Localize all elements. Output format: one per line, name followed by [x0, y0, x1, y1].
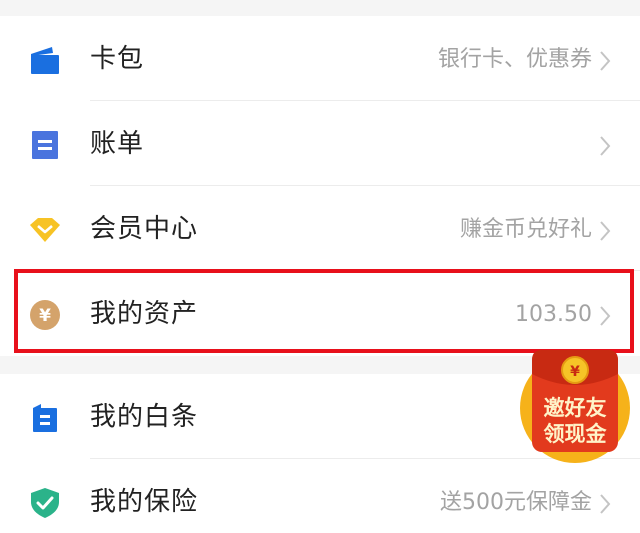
menu-item-wallet[interactable]: 卡包 银行卡、优惠券 [0, 16, 640, 101]
top-spacer [0, 0, 640, 16]
document-icon [33, 404, 57, 432]
chevron-right-icon [600, 51, 611, 71]
invite-friends-promo-badge[interactable]: ¥ 邀好友 领现金 [518, 344, 632, 464]
coin-symbol: ¥ [570, 364, 580, 380]
shield-check-icon [31, 488, 59, 518]
menu-item-label: 我的白条 [90, 402, 199, 432]
promo-line-2: 领现金 [543, 422, 607, 446]
menu-item-subtitle: 银行卡、优惠券 [437, 47, 592, 72]
menu-item-label: 我的保险 [90, 487, 199, 517]
menu-item-insurance[interactable]: 我的保险 送500元保障金 [0, 459, 640, 533]
menu-item-subtitle: 送500元保障金 [440, 490, 592, 515]
highlight-box [14, 269, 634, 353]
menu-item-label: 账单 [90, 129, 145, 159]
menu-item-subtitle: 赚金币兑好礼 [459, 217, 592, 242]
chevron-right-icon [600, 494, 611, 514]
menu-item-label: 卡包 [90, 44, 145, 74]
chevron-right-icon [600, 221, 611, 241]
menu-item-label: 会员中心 [90, 214, 199, 244]
menu-item-member-center[interactable]: 会员中心 赚金币兑好礼 [0, 186, 640, 271]
wallet-icon [31, 47, 59, 74]
chevron-right-icon [600, 136, 611, 156]
promo-line-1: 邀好友 [543, 396, 607, 420]
menu-item-bill[interactable]: 账单 [0, 101, 640, 186]
bill-icon [32, 131, 58, 159]
diamond-icon [30, 218, 60, 242]
